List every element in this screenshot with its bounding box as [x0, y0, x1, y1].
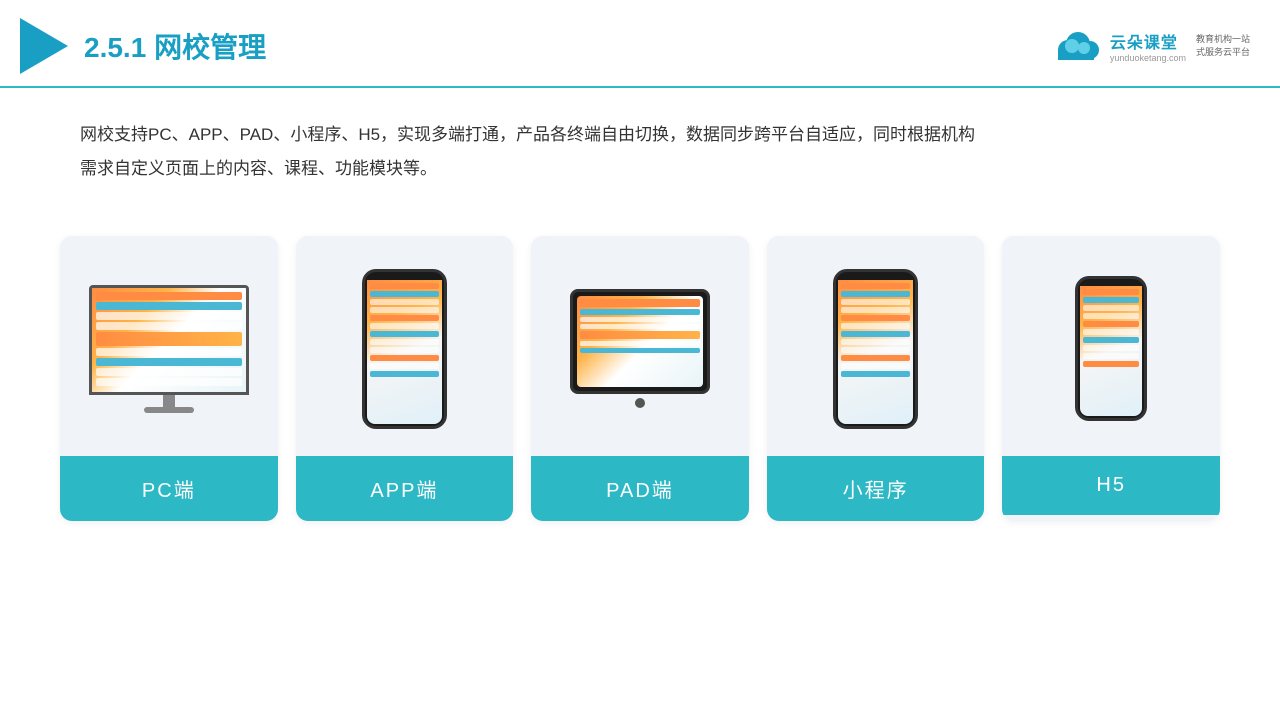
cloud-icon: [1052, 30, 1104, 62]
miniapp-label: 小程序: [767, 456, 985, 521]
page-title: 2.5.1 网校管理: [84, 26, 266, 66]
brand-logo: 云朵课堂 yunduoketang.com 教育机构一站 式服务云平台: [1052, 29, 1250, 63]
app-label: APP端: [296, 456, 514, 521]
title-text: 网校管理: [154, 32, 266, 63]
monitor-screen: [89, 285, 249, 395]
description-line2: 需求自定义页面上的内容、课程、功能模块等。: [80, 152, 1200, 186]
brand-slogan: 教育机构一站 式服务云平台: [1196, 33, 1250, 58]
miniapp-phone: [833, 269, 918, 429]
header: 2.5.1 网校管理 云朵课堂 yunduoketang.com 教育机构一站 …: [0, 0, 1280, 88]
card-h5: H5: [1002, 236, 1220, 521]
section-number: 2.5.1: [84, 32, 146, 63]
h5-image-area: [1002, 236, 1220, 456]
logo-icon: [20, 18, 68, 74]
brand-top: 云朵课堂 yunduoketang.com 教育机构一站 式服务云平台: [1052, 29, 1250, 63]
card-miniapp: 小程序: [767, 236, 985, 521]
brand-url: yunduoketang.com: [1110, 53, 1186, 63]
brand-name: 云朵课堂: [1110, 29, 1178, 53]
pad-tablet: [570, 289, 710, 408]
miniapp-image-area: [767, 236, 985, 456]
pc-label: PC端: [60, 456, 278, 521]
card-pc: PC端: [60, 236, 278, 521]
description-area: 网校支持PC、APP、PAD、小程序、H5，实现多端打通，产品各终端自由切换，数…: [0, 88, 1280, 196]
pc-image-area: [60, 236, 278, 456]
pad-label: PAD端: [531, 456, 749, 521]
pc-monitor: [89, 285, 249, 413]
header-left: 2.5.1 网校管理: [20, 18, 266, 74]
description-line1: 网校支持PC、APP、PAD、小程序、H5，实现多端打通，产品各终端自由切换，数…: [80, 118, 1200, 152]
pad-image-area: [531, 236, 749, 456]
brand-texts: 云朵课堂 yunduoketang.com: [1110, 29, 1186, 63]
app-image-area: [296, 236, 514, 456]
h5-phone: [1075, 276, 1147, 421]
card-app: APP端: [296, 236, 514, 521]
h5-label: H5: [1002, 456, 1220, 515]
app-phone: [362, 269, 447, 429]
card-pad: PAD端: [531, 236, 749, 521]
device-cards: PC端: [0, 206, 1280, 541]
